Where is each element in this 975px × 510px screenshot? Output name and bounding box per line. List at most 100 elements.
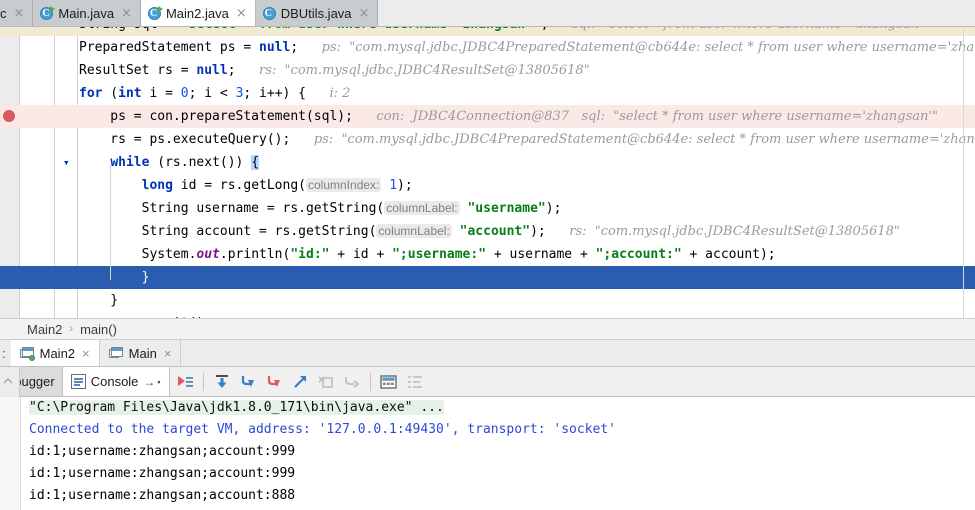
code-token: i = <box>141 86 181 101</box>
editor-tab-c[interactable]: c × <box>0 0 34 26</box>
code-token: rs: "com.mysql.jdbc.JDBC4ResultSet@13805… <box>569 224 900 239</box>
code-token: "username" <box>467 201 546 216</box>
line-get-string-account[interactable]: String account = rs.getString(columnLabe… <box>0 220 975 243</box>
console-icon <box>70 374 86 389</box>
pin-tab-icon[interactable]: → <box>143 375 155 389</box>
code-token: out <box>196 247 220 262</box>
run-tab-main[interactable]: Main × <box>99 340 182 366</box>
console-output[interactable]: "C:\Program Files\Java\jdk1.8.0_171\bin\… <box>21 397 975 510</box>
line-prepare-statement-call[interactable]: ps = con.prepareStatement(sql); con: JDB… <box>0 105 975 128</box>
step-out-icon[interactable] <box>287 367 313 397</box>
console-connected: Connected to the target VM, address: '12… <box>29 422 616 437</box>
line-resultset[interactable]: ResultSet rs = null; rs: "com.mysql.jdbc… <box>0 59 975 82</box>
code-token: ";username:" <box>392 247 487 262</box>
run-to-cursor-icon <box>339 367 365 397</box>
code-line-text: for (int i = 0; i < 3; i++) { i: 2 <box>79 82 350 105</box>
code-token: columnIndex: <box>306 178 382 192</box>
code-token: } <box>79 270 150 285</box>
run-tabs-prefix: : <box>2 345 6 361</box>
rerun-icon[interactable] <box>172 367 198 397</box>
step-into-icon[interactable] <box>235 367 261 397</box>
evaluate-expression-icon[interactable] <box>376 367 402 397</box>
editor-tab-main2-java[interactable]: C Main2.java × <box>140 0 256 26</box>
code-token: String account = rs.getString( <box>79 224 377 239</box>
console-toolbar: ebugger Console → ▪ <box>0 367 975 397</box>
code-token: i: 2 <box>329 86 351 101</box>
run-config-icon <box>108 346 124 360</box>
run-tab-main2[interactable]: Main2 × <box>10 340 100 366</box>
run-tab-label: Main2 <box>39 345 76 361</box>
code-token: null <box>196 63 228 78</box>
code-line-text: } <box>79 266 150 289</box>
code-token: ResultSet rs = <box>79 63 197 78</box>
code-token: 0 <box>180 86 189 101</box>
console-row-3: id:1;username:zhangsan;account:888 <box>29 488 296 503</box>
code-token: { <box>251 155 260 170</box>
code-token: + username + <box>486 247 596 262</box>
code-token: System. <box>79 247 197 262</box>
line-execute-query[interactable]: rs = ps.executeQuery(); ps: "com.mysql.j… <box>0 128 975 151</box>
editor-tab-close-icon[interactable]: × <box>236 7 247 20</box>
code-token: rs = ps.executeQuery(); <box>79 132 314 147</box>
code-token: = <box>165 27 181 32</box>
breakpoint-icon[interactable] <box>3 110 15 122</box>
scroll-up-icon[interactable] <box>3 377 17 391</box>
soft-wrap-icon <box>402 367 428 397</box>
console-row-2: id:1;username:zhangsan;account:999 <box>29 466 296 481</box>
code-token: con: JDBC4Connection@837 sql: "select * … <box>376 109 938 124</box>
code-token: long <box>141 178 173 193</box>
code-editor[interactable]: String sql = "select * from user where u… <box>0 27 975 318</box>
pin-tab-dot: ▪ <box>157 376 161 387</box>
force-step-into-icon[interactable] <box>261 367 287 397</box>
line-selected-close-brace[interactable]: } <box>0 266 975 289</box>
editor-tab-close-icon[interactable]: × <box>121 7 132 20</box>
code-token: ; <box>290 40 322 55</box>
drop-frame-icon <box>313 367 339 397</box>
code-token: ps: "com.mysql.jdbc.JDBC4PreparedStateme… <box>321 40 975 55</box>
editor-tab-bar-filler <box>378 0 975 26</box>
code-token: ";account:" <box>595 247 682 262</box>
code-token: "select * from user where username='zhan… <box>181 27 541 32</box>
line-while-next[interactable]: while (rs.next()) { <box>0 151 975 174</box>
breadcrumb-item-main[interactable]: main() <box>80 322 117 337</box>
line-prepared-statement[interactable]: PreparedStatement ps = null; ps: "com.my… <box>0 36 975 59</box>
line-println[interactable]: System.out.println("id:" + id + ";userna… <box>0 243 975 266</box>
editor-tab-close-icon[interactable]: × <box>14 7 25 20</box>
editor-tab-label: Main2.java <box>165 5 229 21</box>
code-token: "id:" <box>290 247 330 262</box>
tab-console-label: Console <box>90 374 139 389</box>
indent-guide <box>110 165 111 280</box>
code-line-text: String username = rs.getString(columnLab… <box>79 197 561 220</box>
editor-tab-main-java[interactable]: C Main.java × <box>33 0 141 26</box>
code-fold-collapse-icon[interactable]: ▾ <box>63 151 70 174</box>
code-token: ( <box>102 86 119 101</box>
run-tabs-filler <box>181 340 975 366</box>
code-line-text: String account = rs.getString(columnLabe… <box>79 220 900 243</box>
code-token: rs: "com.mysql.jdbc.JDBC4ResultSet@13805… <box>259 63 590 78</box>
editor-tab-label: c <box>0 5 7 21</box>
breadcrumb-item-main2[interactable]: Main2 <box>27 322 62 337</box>
code-token: + id + <box>329 247 393 262</box>
code-lines[interactable]: String sql = "select * from user where u… <box>0 27 975 318</box>
code-token: ; <box>541 27 572 32</box>
editor-tab-label: Main.java <box>58 5 115 21</box>
toolbar-separator-1 <box>202 372 204 391</box>
line-string-sql[interactable]: String sql = "select * from user where u… <box>0 27 975 36</box>
code-line-text: while (rs.next()) { <box>79 151 260 174</box>
run-tab-close-icon[interactable]: × <box>164 346 172 361</box>
tab-console[interactable]: Console → ▪ <box>62 367 170 396</box>
editor-tab-close-icon[interactable]: × <box>359 7 370 20</box>
line-for-loop[interactable]: for (int i = 0; i < 3; i++) { i: 2 <box>0 82 975 105</box>
run-config-running-icon <box>19 346 35 361</box>
breadcrumb[interactable]: Main2 › main() <box>0 318 975 340</box>
line-close-brace[interactable]: } <box>0 289 975 312</box>
line-get-string-username[interactable]: String username = rs.getString(columnLab… <box>0 197 975 220</box>
run-tab-close-icon[interactable]: × <box>82 346 90 361</box>
code-token: while <box>110 155 150 170</box>
console-row-1: id:1;username:zhangsan;account:999 <box>29 444 296 459</box>
editor-tab-dbutils-java[interactable]: C DBUtils.java × <box>255 0 379 26</box>
line-get-long-id[interactable]: long id = rs.getLong(columnIndex: 1); <box>0 174 975 197</box>
code-token: "account" <box>459 224 531 239</box>
step-over-icon[interactable] <box>209 367 235 397</box>
